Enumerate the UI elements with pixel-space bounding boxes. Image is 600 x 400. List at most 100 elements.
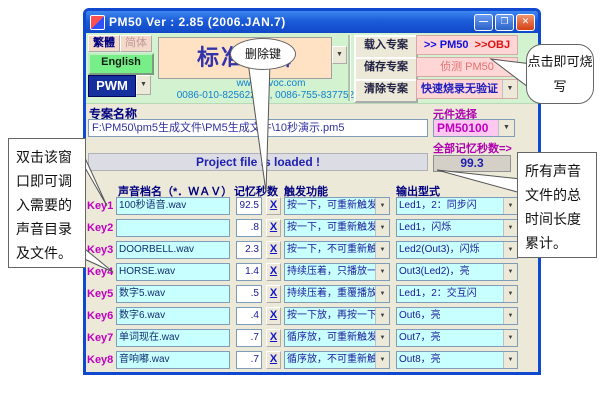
chevron-down-icon[interactable]: ▼ [498,120,514,136]
chevron-down-icon[interactable]: ▼ [375,198,389,214]
delete-key-button[interactable]: X [266,307,281,325]
to-obj-button[interactable]: >>OBJ [475,39,510,51]
output-select[interactable]: Out8，亮 ▼ [396,351,518,369]
table-row: Key2 .8 X 按一下，可重新触发 ▼ Led1，闪烁 ▼ [86,219,538,237]
delete-key-button[interactable]: X [266,241,281,259]
trigger-select[interactable]: 循序放，不可重新触发 ▼ [284,351,390,369]
trigger-select[interactable]: 按一下，不可重新触发 ▼ [284,241,390,259]
save-project-button[interactable]: 储存专案 [354,57,418,81]
output-value: Led1，2：同步闪 [397,198,503,214]
table-row: Key8 音响嘟.wav .7 X 循序放，不可重新触发 ▼ Out8，亮 ▼ [86,351,538,369]
chevron-down-icon[interactable]: ▼ [503,198,517,214]
output-select[interactable]: Led1，闪烁 ▼ [396,219,518,237]
chevron-down-icon[interactable]: ▼ [503,352,517,368]
chevron-down-icon[interactable]: ▼ [503,330,517,346]
wav-filename-field[interactable]: 音响嘟.wav [116,351,230,369]
minimize-button[interactable]: — [474,14,493,31]
delete-key-button[interactable]: X [266,197,281,215]
output-select[interactable]: Led1，2：交互闪 ▼ [396,285,518,303]
delete-key-button[interactable]: X [266,263,281,281]
trigger-select[interactable]: 循序放，可重新触发 ▼ [284,329,390,347]
device-select[interactable]: PM50100 ▼ [433,119,515,137]
output-value: Led2(Out3)，闪烁 [397,242,503,258]
toolbar-divider [348,35,351,101]
trigger-value: 按一下，不可重新触发 [285,242,375,258]
total-seconds-label: 全部记忆秒数=> [433,140,512,156]
project-path-field[interactable]: F:\PM50\pm5生成文件\PM5生成文件\10秒演示.pm5 [88,119,428,137]
delete-key-button[interactable]: X [266,329,281,347]
chevron-down-icon[interactable]: ▼ [375,352,389,368]
chevron-down-icon[interactable]: ▼ [502,80,517,98]
pm50-window: PM50 Ver : 2.85 (2006.JAN.7) — ❐ ✕ 繁體 简体… [83,8,541,375]
wav-filename-field[interactable]: 数字6.wav [116,307,230,325]
chevron-down-icon[interactable]: ▼ [503,264,517,280]
table-row: Key5 数字5.wav .5 X 持续压着，重覆播放 ▼ Led1，2：交互闪… [86,285,538,303]
mode-dropdown-icon[interactable]: ▼ [332,46,347,64]
chevron-down-icon[interactable]: ▼ [375,242,389,258]
seconds-field: .4 [236,307,262,325]
chevron-down-icon[interactable]: ▼ [375,220,389,236]
chevron-down-icon[interactable]: ▼ [375,308,389,324]
pwm-select[interactable]: PWM ▼ [88,75,151,97]
chevron-down-icon[interactable]: ▼ [375,264,389,280]
output-select[interactable]: Led2(Out3)，闪烁 ▼ [396,241,518,259]
trigger-select[interactable]: 持续压着，重覆播放 ▼ [284,285,390,303]
chevron-down-icon[interactable]: ▼ [503,308,517,324]
load-project-button[interactable]: 载入专案 [354,35,418,59]
client-area: 繁體 简体 English PWM ▼ 标准编辑 ▼ www.aivoc.com… [86,33,538,372]
clear-project-button[interactable]: 清除专案 [354,79,418,103]
lang-simplified-button[interactable]: 简体 [120,35,152,52]
seconds-field: 2.3 [236,241,262,259]
maximize-button[interactable]: ❐ [495,14,514,31]
key-label: Key8 [87,351,115,369]
seconds-field: .7 [236,351,262,369]
chevron-down-icon[interactable]: ▼ [503,242,517,258]
lang-traditional-button[interactable]: 繁體 [88,35,120,52]
seconds-field: .8 [236,219,262,237]
chevron-down-icon[interactable]: ▼ [375,330,389,346]
trigger-value: 循序放，可重新触发 [285,330,375,346]
delete-key-button[interactable]: X [266,285,281,303]
output-select[interactable]: Led1，2：同步闪 ▼ [396,197,518,215]
wav-filename-field[interactable]: DOORBELL.wav [116,241,230,259]
wav-filename-field[interactable]: 单词现在.wav [116,329,230,347]
seconds-field: .5 [236,285,262,303]
output-value: Out8，亮 [397,352,503,368]
detect-pm50-button[interactable]: 侦测 PM50 [416,57,518,77]
trigger-value: 按一下放，再按一下停 [285,308,375,324]
output-value: Out6，亮 [397,308,503,324]
output-select[interactable]: Out3(Led2)，亮 ▼ [396,263,518,281]
wav-filename-field[interactable]: 数字5.wav [116,285,230,303]
wav-filename-field[interactable] [116,219,230,237]
trigger-select[interactable]: 按一下，可重新触发 ▼ [284,197,390,215]
trigger-select[interactable]: 持续压着，只播放一次 ▼ [284,263,390,281]
output-select[interactable]: Out7，亮 ▼ [396,329,518,347]
trigger-select[interactable]: 按一下放，再按一下停 ▼ [284,307,390,325]
chevron-down-icon[interactable]: ▼ [503,220,517,236]
trigger-value: 按一下，可重新触发 [285,198,375,214]
output-value: Led1，闪烁 [397,220,503,236]
wav-filename-field[interactable]: 100秒语音.wav [116,197,230,215]
english-button[interactable]: English [88,53,154,75]
output-value: Out7，亮 [397,330,503,346]
screenshot-canvas: PM50 Ver : 2.85 (2006.JAN.7) — ❐ ✕ 繁體 简体… [0,0,600,400]
table-row: Key3 DOORBELL.wav 2.3 X 按一下，不可重新触发 ▼ Led… [86,241,538,259]
chevron-down-icon[interactable]: ▼ [375,286,389,302]
delete-key-callout: 删除键 [230,38,296,70]
key-label: Key6 [87,307,115,325]
wav-filename-field[interactable]: HORSE.wav [116,263,230,281]
output-select[interactable]: Out6，亮 ▼ [396,307,518,325]
convert-buttons[interactable]: >> PM50 >>OBJ [416,35,518,55]
key-label: Key4 [87,263,115,281]
title-bar[interactable]: PM50 Ver : 2.85 (2006.JAN.7) — ❐ ✕ [86,11,538,33]
delete-key-button[interactable]: X [266,219,281,237]
trigger-select[interactable]: 按一下，可重新触发 ▼ [284,219,390,237]
key-label: Key7 [87,329,115,347]
window-title: PM50 Ver : 2.85 (2006.JAN.7) [109,15,472,29]
close-button[interactable]: ✕ [516,14,535,31]
to-pm50-button[interactable]: >> PM50 [424,39,469,51]
seconds-field: .7 [236,329,262,347]
chevron-down-icon[interactable]: ▼ [503,286,517,302]
delete-key-button[interactable]: X [266,351,281,369]
burn-mode-select[interactable]: 快速烧录无验证 ▼ [416,79,518,99]
